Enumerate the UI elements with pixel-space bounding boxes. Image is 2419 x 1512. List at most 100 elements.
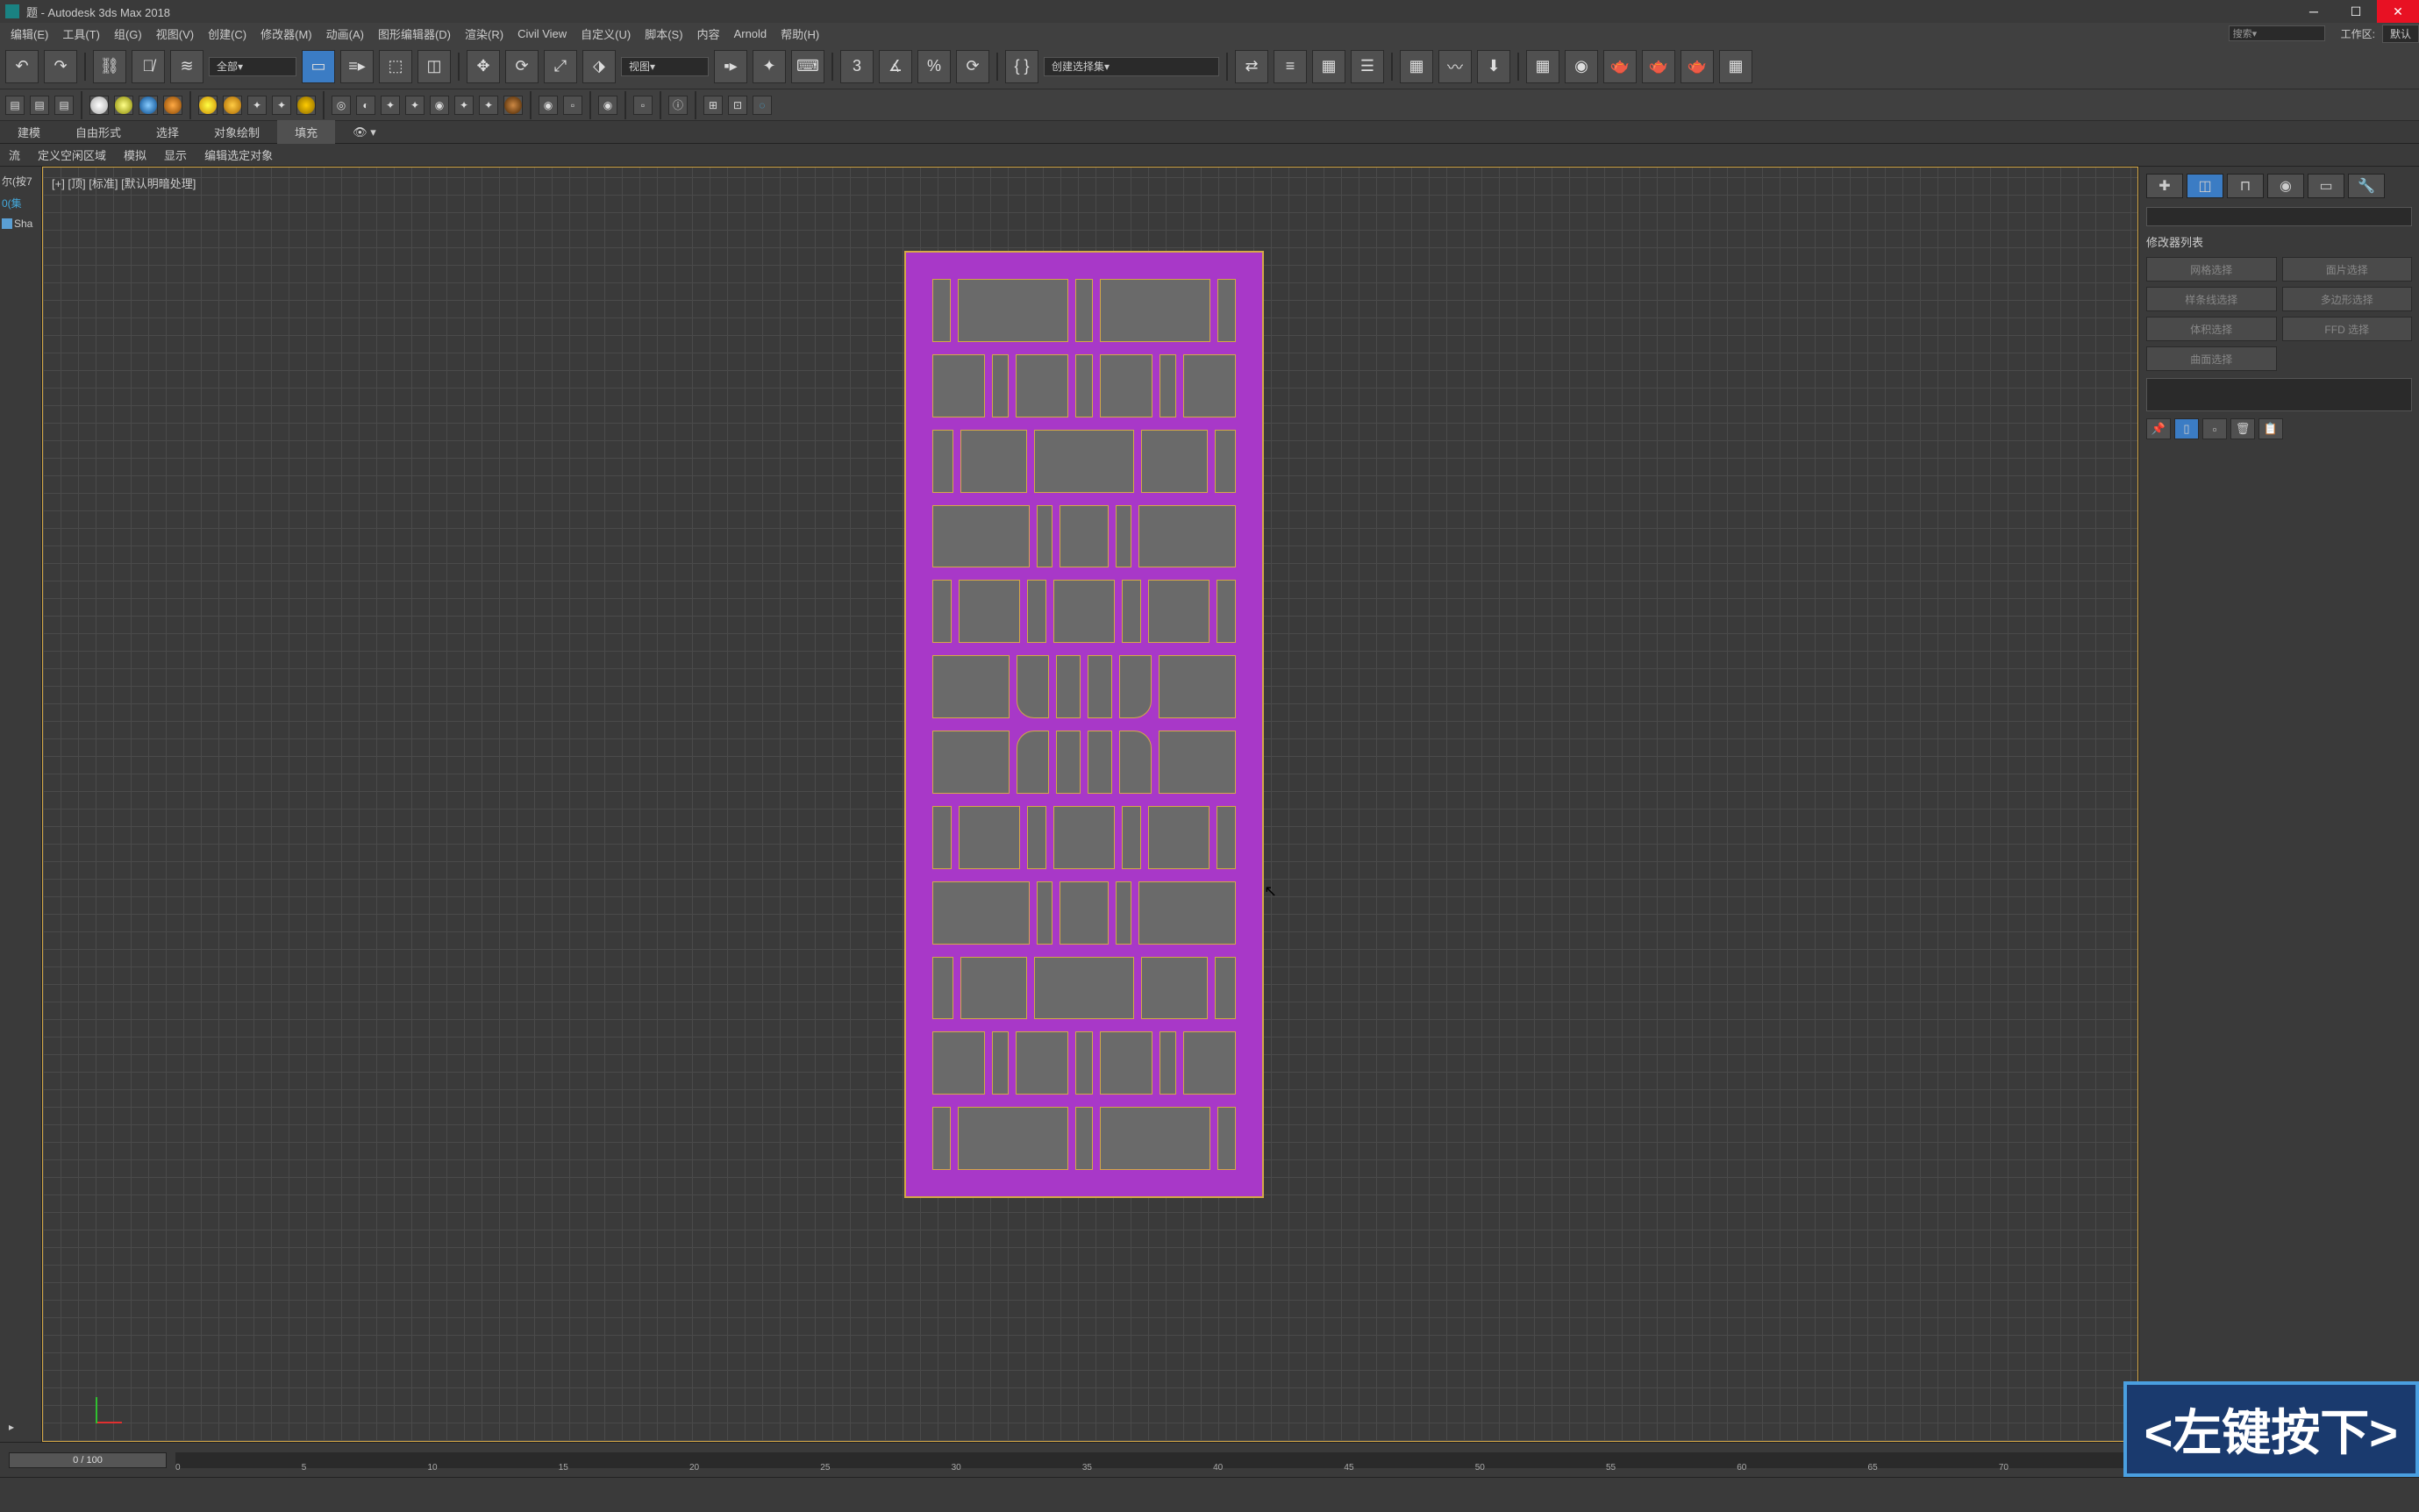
bind-button[interactable]: ≋ bbox=[170, 50, 203, 83]
menu-help[interactable]: 帮助(H) bbox=[775, 24, 824, 44]
select-name-button[interactable]: ≡▸ bbox=[340, 50, 374, 83]
render-iterative-button[interactable]: 🫖 bbox=[1680, 50, 1714, 83]
light-direct-icon[interactable] bbox=[139, 96, 158, 115]
camera-physical-icon[interactable]: ✦ bbox=[381, 96, 400, 115]
tb2-icon-1[interactable]: ▤ bbox=[5, 96, 25, 115]
show-result-icon[interactable]: ▯ bbox=[2174, 418, 2199, 439]
named-selection-button[interactable]: { } bbox=[1005, 50, 1038, 83]
snap-toggle-button[interactable]: 3 bbox=[840, 50, 874, 83]
helper-point-icon[interactable] bbox=[503, 96, 523, 115]
light-spot-icon[interactable] bbox=[114, 96, 133, 115]
surf-select-button[interactable]: 曲面选择 bbox=[2146, 346, 2277, 371]
render-prod-button[interactable]: 🫖 bbox=[1642, 50, 1675, 83]
viewport-label[interactable]: [+] [顶] [标准] [默认明暗处理] bbox=[52, 175, 196, 191]
camera-free-icon[interactable]: ◐ bbox=[356, 96, 375, 115]
select-region-button[interactable]: ⬚ bbox=[379, 50, 412, 83]
spline-select-button[interactable]: 样条线选择 bbox=[2146, 287, 2277, 311]
utilities-tab[interactable]: 🔧 bbox=[2348, 174, 2385, 198]
minimize-button[interactable]: ─ bbox=[2293, 0, 2335, 23]
ribbon-tab-objectpaint[interactable]: 对象绘制 bbox=[196, 120, 277, 144]
pin-stack-icon[interactable]: 📌 bbox=[2146, 418, 2171, 439]
remove-modifier-icon[interactable]: 🗑 bbox=[2230, 418, 2255, 439]
render-frame-button[interactable]: ◉ bbox=[1565, 50, 1598, 83]
search-input[interactable]: 搜索 ▾ bbox=[2229, 25, 2325, 41]
spinner-snap-button[interactable]: ⟳ bbox=[956, 50, 989, 83]
menu-group[interactable]: 组(G) bbox=[109, 24, 147, 44]
align-button[interactable]: ≡ bbox=[1274, 50, 1307, 83]
modifier-stack[interactable] bbox=[2146, 378, 2412, 411]
layers-button[interactable]: ▦ bbox=[1312, 50, 1345, 83]
patch-select-button[interactable]: 面片选择 bbox=[2282, 257, 2413, 282]
space-warp-icon[interactable]: ◉ bbox=[539, 96, 558, 115]
placement-button[interactable]: ⬗ bbox=[582, 50, 616, 83]
make-unique-icon[interactable]: ▫ bbox=[2202, 418, 2227, 439]
ribbon-tab-freeform[interactable]: 自由形式 bbox=[58, 120, 139, 144]
modify-tab[interactable]: ◫ bbox=[2187, 174, 2223, 198]
light-photometric-icon[interactable]: ✦ bbox=[272, 96, 291, 115]
motion-tab[interactable]: ◉ bbox=[2267, 174, 2304, 198]
ribbon-sub-display[interactable]: 显示 bbox=[155, 143, 196, 167]
menu-animation[interactable]: 动画(A) bbox=[321, 24, 369, 44]
curve-editor-button[interactable]: ▦ bbox=[1400, 50, 1433, 83]
menu-content[interactable]: 内容 bbox=[692, 24, 725, 44]
pivot-button[interactable]: ▪▸ bbox=[714, 50, 747, 83]
menu-edit[interactable]: 编辑(E) bbox=[5, 24, 54, 44]
mesh-select-button[interactable]: 网格选择 bbox=[2146, 257, 2277, 282]
refcoord-dropdown[interactable]: 视图 ▾ bbox=[621, 57, 709, 76]
ribbon-sub-edit[interactable]: 编辑选定对象 bbox=[196, 143, 282, 167]
create-tab[interactable]: ✚ bbox=[2146, 174, 2183, 198]
light-sky-icon[interactable] bbox=[223, 96, 242, 115]
ribbon-tab-populate[interactable]: 填充 bbox=[277, 120, 335, 144]
poly-select-button[interactable]: 多边形选择 bbox=[2282, 287, 2413, 311]
percent-snap-button[interactable]: % bbox=[917, 50, 951, 83]
move-button[interactable]: ✥ bbox=[467, 50, 500, 83]
material-editor-button[interactable]: ⬇ bbox=[1477, 50, 1510, 83]
info-icon[interactable]: ⓘ bbox=[668, 96, 688, 115]
mirror-button[interactable]: ⇄ bbox=[1235, 50, 1268, 83]
layer-explorer-button[interactable]: ☰ bbox=[1351, 50, 1384, 83]
link-button[interactable]: ⛓ bbox=[93, 50, 126, 83]
light-area-icon[interactable]: ✦ bbox=[247, 96, 267, 115]
render-online-button[interactable]: ▦ bbox=[1719, 50, 1752, 83]
tb2-icon-3[interactable]: ▤ bbox=[54, 96, 74, 115]
render-button[interactable]: 🫖 bbox=[1603, 50, 1637, 83]
misc-icon-1[interactable]: ◉ bbox=[598, 96, 617, 115]
angle-snap-button[interactable]: ∡ bbox=[879, 50, 912, 83]
named-selection-dropdown[interactable]: 创建选择集 ▾ bbox=[1044, 57, 1219, 76]
select-object-button[interactable]: ▭ bbox=[302, 50, 335, 83]
ffd-select-button[interactable]: FFD 选择 bbox=[2282, 317, 2413, 341]
system-icon[interactable]: ▫ bbox=[563, 96, 582, 115]
ribbon-tab-modeling[interactable]: 建模 bbox=[0, 120, 58, 144]
unlink-button[interactable]: ⛓̸ bbox=[132, 50, 165, 83]
hierarchy-tab[interactable]: ⊓ bbox=[2227, 174, 2264, 198]
menu-tools[interactable]: 工具(T) bbox=[57, 24, 105, 44]
ribbon-sub-flow[interactable]: 流 bbox=[0, 143, 29, 167]
misc-icon-2[interactable]: ▫ bbox=[633, 96, 653, 115]
configure-sets-icon[interactable]: 📋 bbox=[2258, 418, 2283, 439]
selection-filter-dropdown[interactable]: 全部 ▾ bbox=[209, 57, 296, 76]
light-ies-icon[interactable] bbox=[296, 96, 316, 115]
left-shape-item[interactable]: Sha bbox=[0, 214, 41, 233]
menu-rendering[interactable]: 渲染(R) bbox=[460, 24, 509, 44]
helper-tape-icon[interactable]: ◉ bbox=[430, 96, 449, 115]
display-tab[interactable]: ▭ bbox=[2308, 174, 2344, 198]
helper-grid-icon[interactable]: ✦ bbox=[479, 96, 498, 115]
menu-grapheditors[interactable]: 图形编辑器(D) bbox=[373, 24, 456, 44]
expand-icon[interactable]: ▸ bbox=[9, 1421, 14, 1433]
redo-button[interactable]: ↷ bbox=[44, 50, 77, 83]
close-button[interactable]: ✕ bbox=[2377, 0, 2419, 23]
menu-civilview[interactable]: Civil View bbox=[512, 25, 572, 42]
maximize-button[interactable]: ☐ bbox=[2335, 0, 2377, 23]
camera-target-icon[interactable]: ◎ bbox=[332, 96, 351, 115]
menu-arnold[interactable]: Arnold bbox=[729, 25, 773, 42]
keyboard-shortcut-button[interactable]: ⌨ bbox=[791, 50, 824, 83]
select-window-button[interactable]: ◫ bbox=[417, 50, 451, 83]
ribbon-sub-simulate[interactable]: 模拟 bbox=[115, 143, 155, 167]
loading-icon[interactable]: ◌ bbox=[753, 96, 772, 115]
menu-customize[interactable]: 自定义(U) bbox=[575, 24, 636, 44]
schematic-view-button[interactable]: 〰 bbox=[1438, 50, 1472, 83]
time-slider[interactable]: 0 / 100 bbox=[9, 1452, 167, 1468]
snap-settings-icon[interactable]: ⊡ bbox=[728, 96, 747, 115]
menu-modifiers[interactable]: 修改器(M) bbox=[255, 24, 318, 44]
grid-snap-icon[interactable]: ⊞ bbox=[703, 96, 723, 115]
